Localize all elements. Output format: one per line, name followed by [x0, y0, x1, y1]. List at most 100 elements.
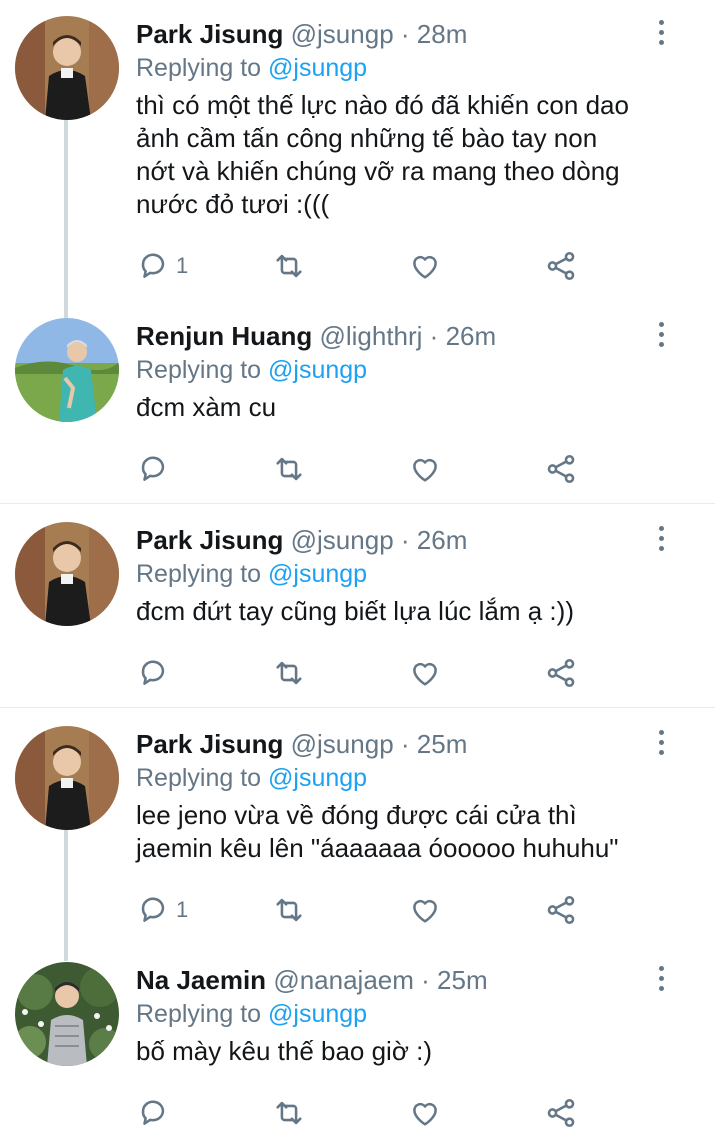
like-button[interactable]	[408, 449, 448, 489]
tweet-header: Na Jaemin @nanajaem · 25m	[136, 960, 488, 1000]
avatar[interactable]	[15, 522, 119, 626]
avatar[interactable]	[15, 16, 119, 120]
tweet-text: bố mày kêu thế bao giờ :)	[136, 1036, 432, 1066]
mention-link[interactable]: @jsungp	[268, 764, 367, 792]
share-button[interactable]	[544, 449, 578, 489]
divider	[0, 503, 715, 504]
retweet-button[interactable]	[272, 246, 312, 286]
tweet-header: Renjun Huang @lighthrj · 26m	[136, 316, 496, 356]
mention-link[interactable]: @jsungp	[268, 356, 367, 384]
heart-icon	[413, 458, 437, 482]
more-vertical-icon[interactable]	[650, 730, 672, 760]
separator-dot: ·	[400, 525, 410, 555]
reply-count: 1	[176, 897, 189, 922]
tweet-text: đcm đứt tay cũng biết lựa lúc lắm ạ :))	[136, 596, 574, 626]
like-button[interactable]	[408, 246, 448, 286]
reply-button[interactable]: 1	[136, 246, 188, 286]
share-button[interactable]	[544, 653, 578, 693]
tweet-actions: 1	[136, 246, 596, 286]
tweet[interactable]: Park Jisung @jsungp · 28m Replying to @j…	[0, 14, 715, 304]
replying-to: Replying to @jsungp	[136, 761, 367, 795]
tweet-text: đcm xàm cu	[136, 392, 277, 422]
tweet-text: lee jeno vừa về đóng được cái cửa thì ja…	[136, 800, 619, 863]
reply-icon	[141, 897, 165, 922]
retweet-button[interactable]	[272, 890, 312, 930]
heart-icon	[413, 255, 437, 279]
retweet-icon	[276, 254, 302, 278]
more-vertical-icon[interactable]	[650, 20, 672, 50]
retweet-icon	[276, 1101, 302, 1125]
like-button[interactable]	[408, 1093, 448, 1133]
replying-label: Replying to	[136, 764, 262, 792]
replying-to: Replying to @jsungp	[136, 51, 367, 85]
retweet-button[interactable]	[272, 653, 312, 693]
tweet[interactable]: Park Jisung @jsungp · 26m Replying to @j…	[0, 520, 715, 706]
reply-button[interactable]	[136, 1093, 176, 1133]
replying-to: Replying to @jsungp	[136, 353, 367, 387]
reply-button[interactable]: 1	[136, 890, 188, 930]
reply-icon	[141, 660, 165, 685]
timestamp[interactable]: 25m	[437, 965, 488, 995]
mention-link[interactable]: @jsungp	[268, 1000, 367, 1028]
display-name[interactable]: Park Jisung	[136, 19, 283, 49]
display-name[interactable]: Renjun Huang	[136, 321, 312, 351]
tweet-actions	[136, 653, 596, 693]
share-icon	[547, 454, 575, 484]
tweet-actions	[136, 449, 596, 489]
handle[interactable]: @jsungp	[291, 19, 394, 49]
tweet-header: Park Jisung @jsungp · 28m	[136, 14, 467, 54]
more-vertical-icon[interactable]	[650, 966, 672, 996]
avatar[interactable]	[15, 726, 119, 830]
handle[interactable]: @lighthrj	[319, 321, 422, 351]
tweet-header: Park Jisung @jsungp · 25m	[136, 724, 467, 764]
handle[interactable]: @jsungp	[291, 729, 394, 759]
share-button[interactable]	[544, 890, 578, 930]
display-name[interactable]: Park Jisung	[136, 729, 283, 759]
replying-label: Replying to	[136, 560, 262, 588]
timestamp[interactable]: 25m	[417, 729, 468, 759]
handle[interactable]: @jsungp	[291, 525, 394, 555]
retweet-button[interactable]	[272, 1093, 312, 1133]
share-icon	[547, 895, 575, 925]
heart-icon	[413, 1102, 437, 1126]
share-button[interactable]	[544, 1093, 578, 1133]
replying-label: Replying to	[136, 54, 262, 82]
replying-label: Replying to	[136, 356, 262, 384]
separator-dot: ·	[429, 321, 439, 351]
separator-dot: ·	[400, 729, 410, 759]
tweet[interactable]: Na Jaemin @nanajaem · 25m Replying to @j…	[0, 960, 715, 1139]
reply-count: 1	[176, 253, 189, 278]
reply-icon	[141, 253, 165, 278]
retweet-icon	[276, 898, 302, 922]
timestamp[interactable]: 26m	[417, 525, 468, 555]
share-icon	[547, 1098, 575, 1128]
timestamp[interactable]: 28m	[417, 19, 468, 49]
avatar[interactable]	[15, 962, 119, 1066]
timestamp[interactable]: 26m	[446, 321, 497, 351]
replying-to: Replying to @jsungp	[136, 557, 367, 591]
reply-button[interactable]	[136, 653, 176, 693]
retweet-icon	[276, 661, 302, 685]
avatar[interactable]	[15, 318, 119, 422]
share-icon	[547, 658, 575, 688]
display-name[interactable]: Park Jisung	[136, 525, 283, 555]
tweet[interactable]: Renjun Huang @lighthrj · 26m Replying to…	[0, 316, 715, 502]
replying-label: Replying to	[136, 1000, 262, 1028]
share-button[interactable]	[544, 246, 578, 286]
separator-dot: ·	[421, 965, 430, 995]
like-button[interactable]	[408, 653, 448, 693]
reply-button[interactable]	[136, 449, 176, 489]
share-icon	[547, 251, 575, 281]
more-vertical-icon[interactable]	[650, 322, 672, 352]
mention-link[interactable]: @jsungp	[268, 560, 367, 588]
display-name[interactable]: Na Jaemin	[136, 965, 266, 995]
more-vertical-icon[interactable]	[650, 526, 672, 556]
reply-icon	[141, 456, 165, 481]
replying-to: Replying to @jsungp	[136, 997, 367, 1031]
like-button[interactable]	[408, 890, 448, 930]
retweet-button[interactable]	[272, 449, 312, 489]
handle[interactable]: @nanajaem	[273, 965, 414, 995]
mention-link[interactable]: @jsungp	[268, 54, 367, 82]
separator-dot: ·	[400, 19, 410, 49]
tweet[interactable]: Park Jisung @jsungp · 25m Replying to @j…	[0, 724, 715, 950]
